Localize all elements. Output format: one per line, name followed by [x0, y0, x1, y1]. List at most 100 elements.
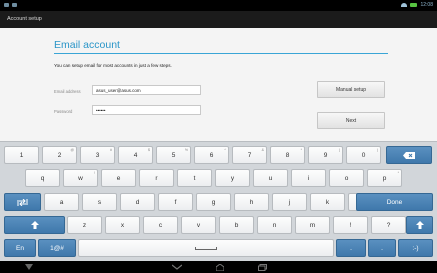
- key-label: y: [230, 174, 235, 182]
- key-label: o: [344, 174, 349, 182]
- key-2[interactable]: 2 @: [42, 146, 77, 164]
- key-o[interactable]: o: [329, 169, 364, 187]
- device-screen: 12:08 Account setup Email account You ca…: [0, 0, 437, 273]
- key-6[interactable]: 6 ^: [194, 146, 229, 164]
- key-label: 8: [285, 151, 290, 159]
- shift-key-left[interactable]: [4, 216, 65, 234]
- keyboard-hide-icon[interactable]: [25, 264, 33, 272]
- key-8[interactable]: 8 *: [270, 146, 305, 164]
- key-label: ?: [386, 221, 391, 229]
- key-y[interactable]: y: [215, 169, 250, 187]
- key-label: w: [78, 174, 83, 182]
- key-k[interactable]: k: [310, 193, 345, 211]
- key-n[interactable]: n: [257, 216, 292, 234]
- battery-icon: [410, 3, 418, 7]
- key-label: 1: [19, 151, 24, 159]
- key-d[interactable]: d: [120, 193, 155, 211]
- password-field[interactable]: [92, 105, 201, 115]
- key-3[interactable]: 3 #: [80, 146, 115, 164]
- key-?[interactable]: ?: [371, 216, 406, 234]
- on-screen-keyboard: 1 2 @3 #4 $5% 6 ^ 7 & 8 * 9(0) q w! e r t y u i o p * asdfghj…: [0, 141, 437, 261]
- key-r[interactable]: r: [139, 169, 174, 187]
- key-f[interactable]: f: [158, 193, 193, 211]
- tab-icon: [17, 198, 28, 206]
- key-g[interactable]: g: [196, 193, 231, 211]
- key-q[interactable]: q: [25, 169, 60, 187]
- account-setup-form: Email account You can setup email for mo…: [0, 28, 437, 141]
- password-label: Password: [54, 109, 73, 114]
- key-t[interactable]: t: [177, 169, 212, 187]
- period-key[interactable]: .: [336, 239, 366, 257]
- key-label: v: [196, 221, 201, 229]
- key-label: z: [82, 221, 87, 229]
- key-5[interactable]: 5%: [156, 146, 191, 164]
- key-label: r: [155, 174, 158, 182]
- key-label: i: [307, 174, 310, 182]
- page-title: Email account: [54, 39, 120, 51]
- home-icon[interactable]: [215, 263, 225, 273]
- space-key[interactable]: [78, 239, 334, 257]
- next-button[interactable]: Next: [317, 112, 385, 129]
- key-a[interactable]: a: [44, 193, 79, 211]
- status-bar: 12:08: [0, 0, 437, 11]
- key-c[interactable]: c: [143, 216, 178, 234]
- key-label: !: [349, 221, 352, 229]
- key-4[interactable]: 4 $: [118, 146, 153, 164]
- backspace-key[interactable]: [386, 146, 432, 164]
- key-label: n: [272, 221, 277, 229]
- key-p[interactable]: p *: [367, 169, 402, 187]
- key-h[interactable]: h: [234, 193, 269, 211]
- key-m[interactable]: m: [295, 216, 330, 234]
- key-label: d: [135, 198, 140, 206]
- back-icon[interactable]: [171, 264, 183, 272]
- key-x[interactable]: x: [105, 216, 140, 234]
- key-label: g: [211, 198, 216, 206]
- key-w[interactable]: w!: [63, 169, 98, 187]
- key-label: 3: [95, 151, 100, 159]
- key-alt-label: $: [148, 148, 150, 152]
- key-label: u: [268, 174, 273, 182]
- manual-setup-button[interactable]: Manual setup: [317, 81, 385, 98]
- key-1[interactable]: 1: [4, 146, 39, 164]
- key-label: 9: [323, 151, 328, 159]
- key-alt-label: *: [300, 148, 302, 152]
- action-bar: Account setup: [0, 11, 437, 28]
- key-label: 2: [57, 151, 62, 159]
- key-j[interactable]: j: [272, 193, 307, 211]
- key-label: f: [174, 198, 177, 206]
- key-label: 7: [247, 151, 252, 159]
- key-label: b: [234, 221, 239, 229]
- language-key[interactable]: En: [4, 239, 36, 257]
- key-alt-label: ^: [224, 148, 226, 152]
- key-0[interactable]: 0): [346, 146, 381, 164]
- key-label: x: [120, 221, 125, 229]
- key-u[interactable]: u: [253, 169, 288, 187]
- done-key[interactable]: Done: [356, 193, 433, 211]
- key-e[interactable]: e: [101, 169, 136, 187]
- key-s[interactable]: s: [82, 193, 117, 211]
- notification-icon: [4, 3, 9, 7]
- symbols-key[interactable]: 1@#: [38, 239, 76, 257]
- wifi-icon: [401, 3, 408, 7]
- shift-key-right[interactable]: [406, 216, 433, 234]
- key-b[interactable]: b: [219, 216, 254, 234]
- key-![interactable]: !: [333, 216, 368, 234]
- notification-icon: [12, 3, 17, 7]
- email-field[interactable]: [92, 85, 201, 95]
- key-label: q: [40, 174, 45, 182]
- key-7[interactable]: 7 &: [232, 146, 267, 164]
- key-z[interactable]: z: [67, 216, 102, 234]
- space-bar-icon: [195, 246, 217, 250]
- dot-key[interactable]: .: [368, 239, 396, 257]
- key-label: 0: [361, 151, 366, 159]
- tab-key[interactable]: [4, 193, 41, 211]
- recent-apps-icon[interactable]: [258, 264, 267, 273]
- key-9[interactable]: 9(: [308, 146, 343, 164]
- key-label: a: [59, 198, 64, 206]
- backspace-icon: [403, 151, 415, 159]
- key-alt-label: @: [70, 148, 74, 152]
- key-i[interactable]: i: [291, 169, 326, 187]
- action-bar-title: Account setup: [7, 16, 42, 22]
- key-v[interactable]: v: [181, 216, 216, 234]
- smiley-key[interactable]: :-): [398, 239, 433, 257]
